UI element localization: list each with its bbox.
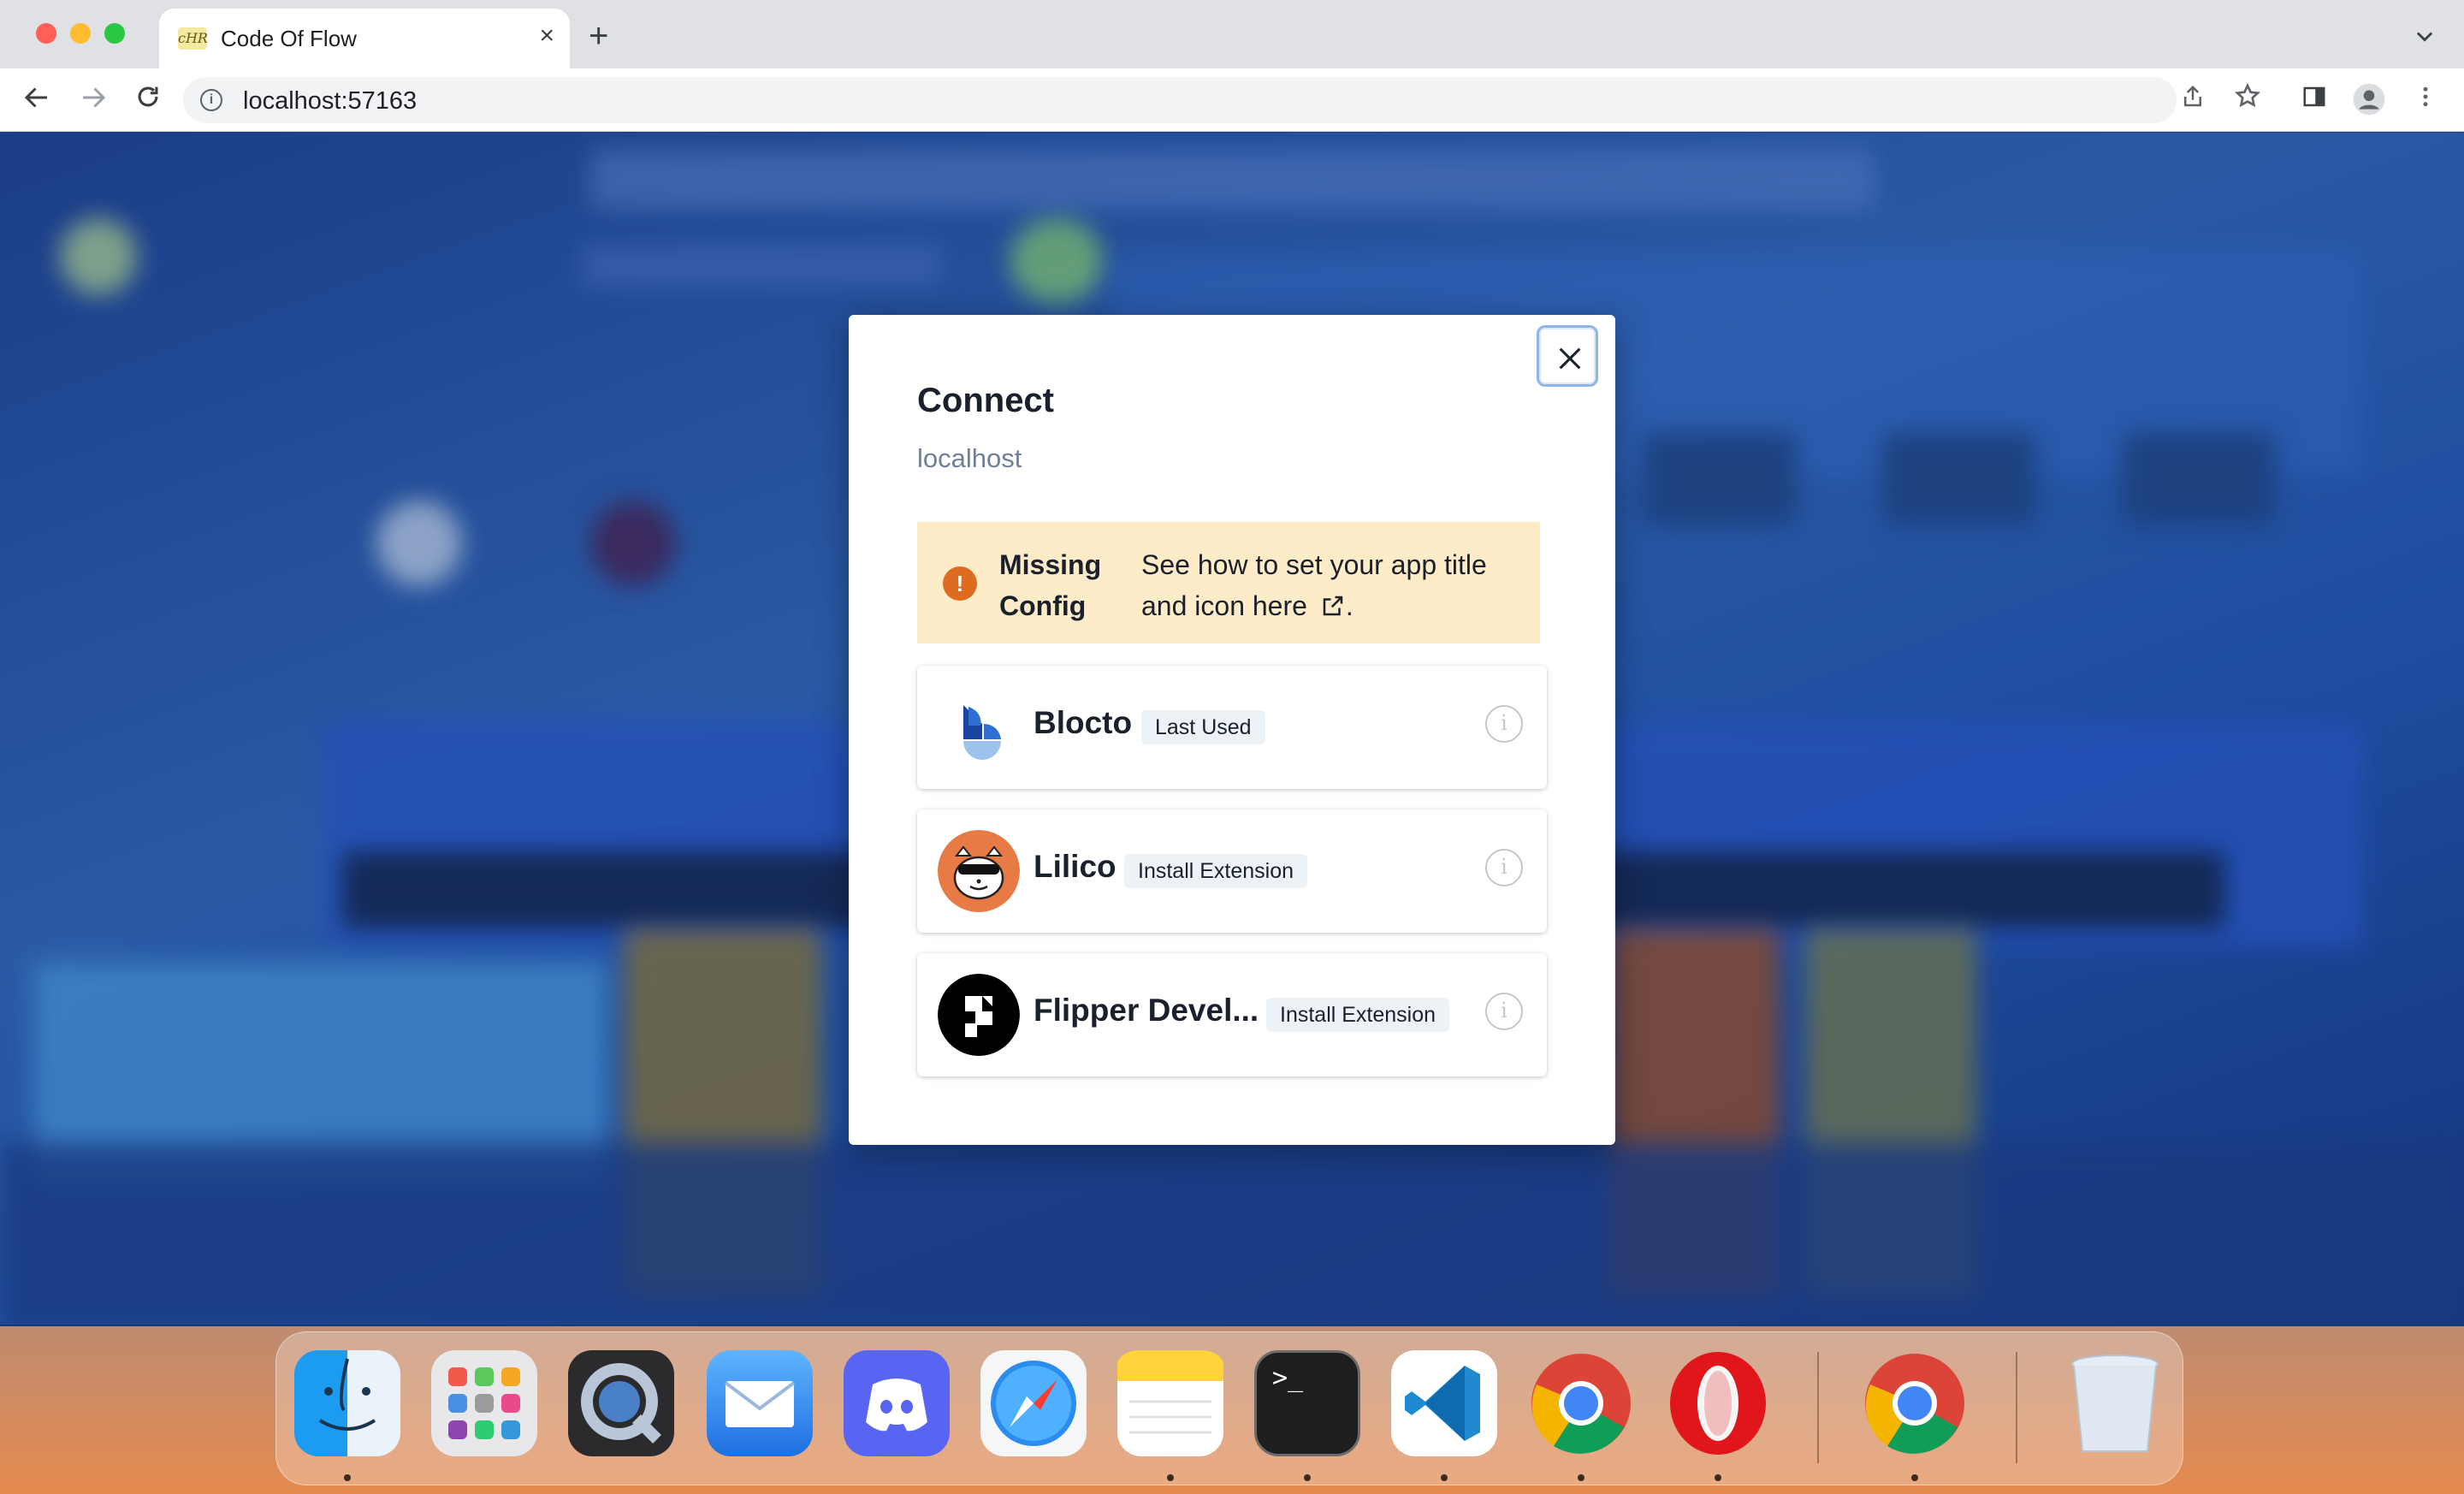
forward-button[interactable] (75, 82, 111, 118)
wallet-name: Lilico (1034, 849, 1116, 884)
last-used-badge: Last Used (1141, 710, 1265, 744)
chrome-icon[interactable] (1862, 1350, 1968, 1456)
finder-icon[interactable] (294, 1350, 400, 1456)
dock-separator (2016, 1352, 2017, 1463)
vscode-icon[interactable] (1391, 1350, 1497, 1456)
install-extension-badge[interactable]: Install Extension (1266, 998, 1450, 1032)
alert-description-end: . (1345, 590, 1353, 621)
site-info-icon[interactable]: i (200, 89, 222, 111)
wallet-name: Flipper Devel... (1034, 993, 1259, 1028)
modal-subtitle: localhost (917, 443, 1022, 473)
zoom-window-button[interactable] (104, 23, 125, 44)
alert-description-text[interactable]: See how to set your app title and icon h… (1141, 549, 1487, 621)
profile-avatar-icon[interactable] (2351, 82, 2387, 118)
info-icon[interactable]: i (1485, 705, 1523, 743)
external-link-icon[interactable] (1320, 593, 1346, 619)
bookmark-star-icon[interactable] (2230, 82, 2266, 118)
running-indicator (1167, 1474, 1174, 1481)
url-text[interactable]: localhost:57163 (243, 87, 417, 116)
lilico-logo-icon (938, 830, 1020, 912)
alert-title: Missing Config (999, 549, 1102, 621)
wallet-option-flipper[interactable]: Flipper Devel... Install Extension i (917, 953, 1547, 1076)
running-indicator (344, 1474, 351, 1481)
tab-bar: cHR Code Of Flow × + (0, 0, 2464, 68)
blocto-logo-icon (938, 686, 1020, 768)
address-bar[interactable]: i localhost:57163 (183, 77, 2177, 123)
wallet-option-blocto[interactable]: Blocto Last Used i (917, 666, 1547, 789)
tab-search-icon[interactable] (2413, 24, 2437, 54)
notes-icon[interactable] (1117, 1350, 1223, 1456)
opera-icon[interactable] (1665, 1350, 1771, 1456)
browser-tab[interactable]: cHR Code Of Flow × (159, 9, 570, 68)
share-icon[interactable] (2175, 82, 2211, 118)
running-indicator (1441, 1474, 1448, 1481)
close-icon (1559, 347, 1581, 370)
running-indicator (1911, 1474, 1918, 1481)
tab-title: Code Of Flow (221, 26, 357, 51)
modal-title: Connect (917, 382, 1054, 419)
tab-close-icon[interactable]: × (539, 22, 554, 50)
minimize-window-button[interactable] (70, 23, 91, 44)
modal-close-button[interactable] (1537, 325, 1598, 387)
install-extension-badge[interactable]: Install Extension (1124, 854, 1308, 888)
quicktime-icon[interactable] (568, 1350, 674, 1456)
mail-icon[interactable] (707, 1350, 813, 1456)
running-indicator (1715, 1474, 1721, 1481)
browser-toolbar: i localhost:57163 (0, 68, 2464, 132)
connect-modal: Connect localhost ! Missing Config See h… (849, 315, 1615, 1145)
favicon-icon: cHR (178, 27, 208, 50)
chrome-icon[interactable] (1528, 1350, 1634, 1456)
trash-icon[interactable] (2062, 1350, 2168, 1456)
warning-icon: ! (943, 566, 977, 601)
side-panel-icon[interactable] (2296, 82, 2332, 118)
alert-description[interactable]: See how to set your app title and icon h… (1141, 544, 1535, 626)
running-indicator (1304, 1474, 1311, 1481)
browser-menu-icon[interactable] (2408, 82, 2443, 118)
dock-separator (1817, 1352, 1819, 1463)
launchpad-icon[interactable] (431, 1350, 537, 1456)
wallet-option-lilico[interactable]: Lilico Install Extension i (917, 809, 1547, 933)
missing-config-alert: ! Missing Config See how to set your app… (917, 522, 1540, 643)
info-icon[interactable]: i (1485, 849, 1523, 886)
back-button[interactable] (19, 82, 55, 118)
safari-icon[interactable] (980, 1350, 1087, 1456)
close-window-button[interactable] (36, 23, 56, 44)
reload-button[interactable] (130, 82, 166, 118)
discord-icon[interactable] (844, 1350, 950, 1456)
flipper-logo-icon (938, 974, 1020, 1056)
wallet-name: Blocto (1034, 705, 1133, 740)
running-indicator (1578, 1474, 1584, 1481)
terminal-prompt-glyph: >_ (1272, 1363, 1304, 1393)
terminal-icon[interactable]: >_ (1254, 1350, 1360, 1456)
info-icon[interactable]: i (1485, 993, 1523, 1030)
new-tab-button[interactable]: + (589, 19, 608, 53)
